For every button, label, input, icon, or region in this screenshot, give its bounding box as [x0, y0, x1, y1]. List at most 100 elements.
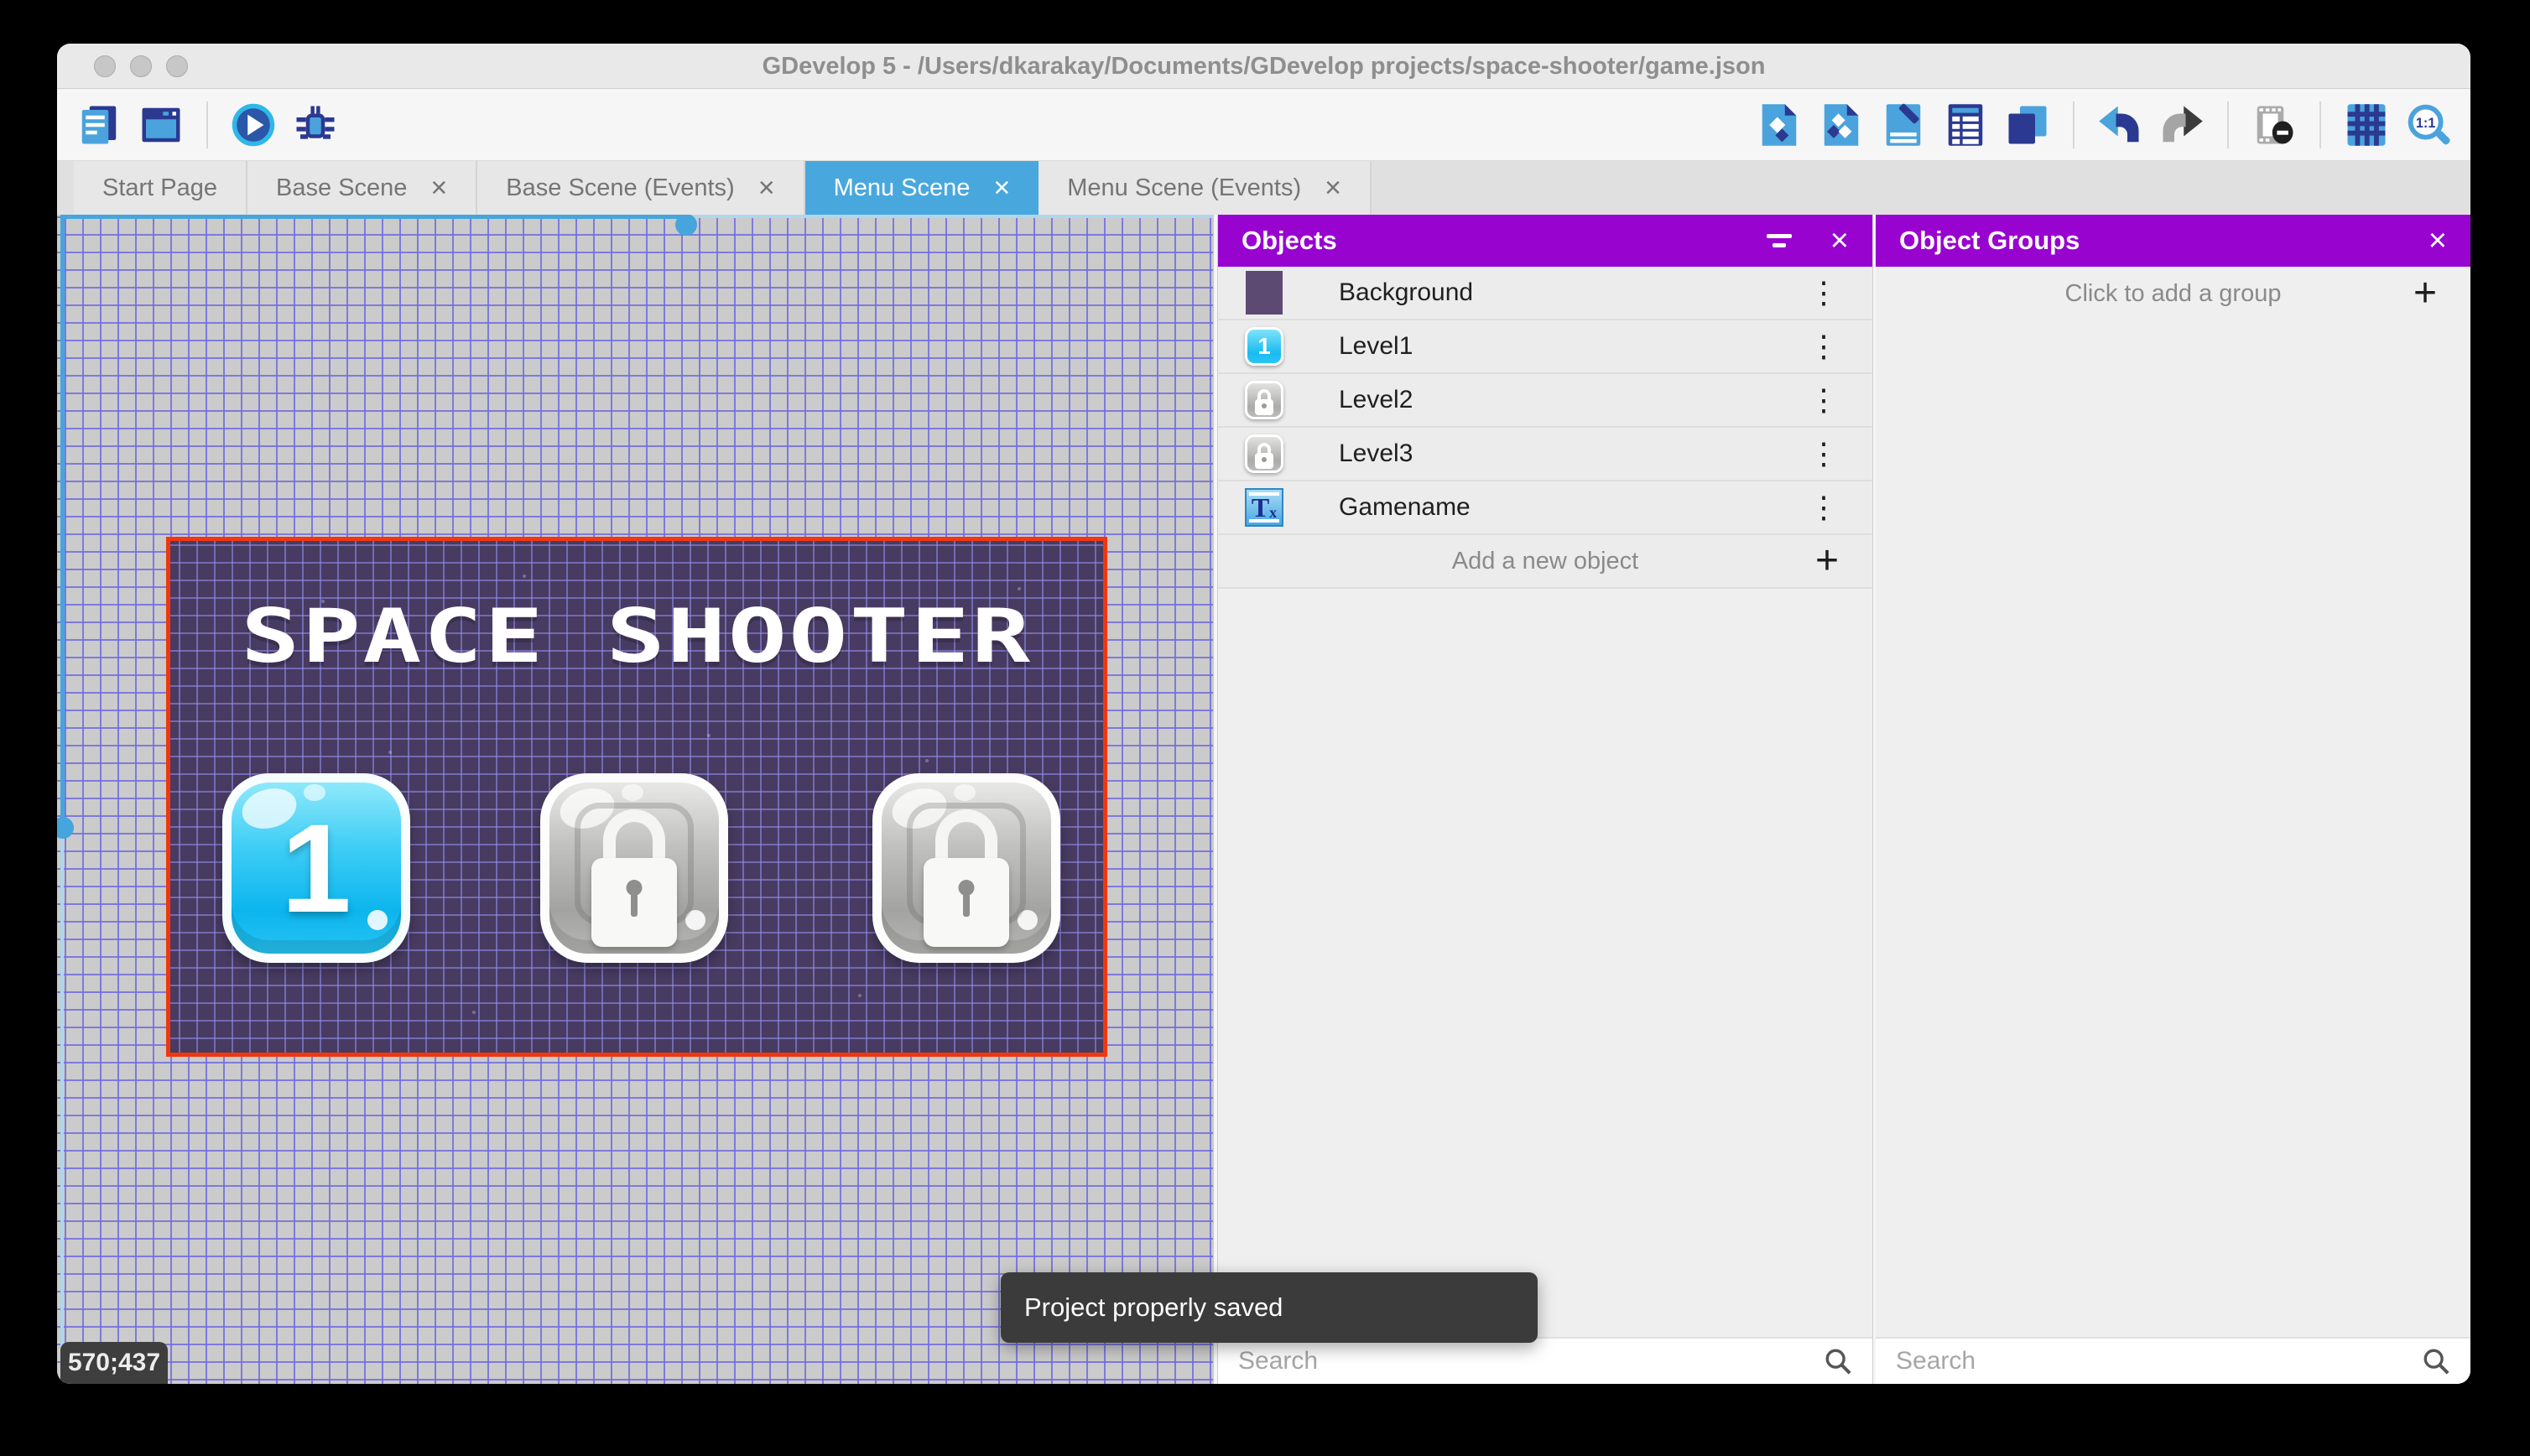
object-row-level2[interactable]: Level2 ⋮ — [1218, 374, 1872, 428]
minimize-window-button[interactable] — [130, 55, 152, 77]
object-groups-panel-title: Object Groups — [1899, 226, 2080, 255]
vertical-scrollbar-thumb[interactable] — [57, 817, 74, 839]
object-menu-icon[interactable]: ⋮ — [1809, 490, 1839, 525]
object-groups-search-input[interactable] — [1896, 1347, 2422, 1375]
level1-button-instance[interactable]: 1 — [222, 773, 410, 963]
redo-button[interactable] — [2157, 100, 2207, 150]
toggle-window-mask-button[interactable] — [2249, 100, 2299, 150]
text-object-icon: Tx — [1245, 488, 1283, 527]
toolbar-separator — [206, 101, 208, 148]
toolbar-separator — [2227, 101, 2229, 148]
object-menu-icon[interactable]: ⋮ — [1809, 329, 1839, 364]
project-manager-icon — [81, 106, 117, 143]
object-menu-icon[interactable]: ⋮ — [1809, 382, 1839, 418]
filter-icon[interactable] — [1766, 234, 1792, 247]
editor-content: SPACE SHOOTER 1 570;437 Objects × Backgr… — [57, 215, 2470, 1384]
tab-label: Menu Scene — [833, 174, 971, 201]
lock-shackle — [603, 809, 665, 863]
cursor-coordinates-badge: 570;437 — [60, 1342, 168, 1384]
gdevelop-window: GDevelop 5 - /Users/dkarakay/Documents/G… — [57, 44, 2470, 1384]
objects-panel: Objects × Background ⋮ 1 Level1 ⋮ Level2… — [1218, 215, 1872, 1384]
tab-menu-scene[interactable]: Menu Scene × — [804, 161, 1039, 215]
play-icon — [232, 103, 275, 146]
toolbar-separator — [2319, 101, 2321, 148]
gloss-highlight — [622, 784, 643, 801]
game-title-text[interactable]: SPACE SHOOTER — [57, 593, 1213, 679]
object-groups-search-bar — [1876, 1337, 2470, 1384]
object-groups-panel: Object Groups × Click to add a group + — [1876, 215, 2470, 1384]
toggle-properties-panel-button[interactable] — [1878, 100, 1929, 150]
vertical-scrollbar-track[interactable] — [60, 215, 65, 828]
tab-menu-scene-events[interactable]: Menu Scene (Events) × — [1039, 161, 1372, 215]
undo-button[interactable] — [2095, 100, 2145, 150]
window-mask-icon — [2257, 106, 2293, 143]
open-window-button[interactable] — [136, 100, 186, 150]
window-title: GDevelop 5 - /Users/dkarakay/Documents/G… — [762, 53, 1766, 80]
scene-window-selection[interactable]: SPACE SHOOTER 1 — [166, 537, 1107, 1057]
horizontal-scrollbar-track[interactable] — [691, 215, 1213, 218]
add-object-row[interactable]: Add a new object + — [1218, 535, 1872, 589]
object-menu-icon[interactable]: ⋮ — [1809, 436, 1839, 471]
scene-editor-canvas[interactable]: SPACE SHOOTER 1 570;437 — [57, 215, 1213, 1384]
traffic-lights — [94, 55, 188, 77]
vertical-scrollbar-track[interactable] — [60, 839, 64, 1384]
preview-play-button[interactable] — [228, 100, 279, 150]
level1-button-icon: 1 — [1245, 327, 1283, 366]
zoom-original-button[interactable]: 1:1 — [2403, 100, 2454, 150]
debug-button[interactable] — [290, 100, 341, 150]
add-group-plus-icon[interactable]: + — [2413, 273, 2437, 314]
object-row-gamename[interactable]: Tx Gamename ⋮ — [1218, 481, 1872, 535]
objects-panel-header: Objects × — [1218, 215, 1872, 267]
search-icon — [2422, 1347, 2450, 1375]
object-menu-icon[interactable]: ⋮ — [1809, 275, 1839, 310]
locked-button-icon — [1245, 381, 1283, 419]
toggle-object-groups-panel-button[interactable] — [1816, 100, 1866, 150]
horizontal-scrollbar-track[interactable] — [60, 215, 686, 219]
project-manager-button[interactable] — [74, 100, 124, 150]
redo-icon — [2163, 106, 2203, 142]
editor-tabs: Start Page Base Scene × Base Scene (Even… — [57, 161, 2470, 215]
object-name: Gamename — [1339, 493, 1471, 521]
level2-button-instance[interactable] — [540, 773, 728, 963]
object-name: Level3 — [1339, 439, 1413, 467]
toolbar-left-group — [74, 100, 341, 150]
lock-shackle — [935, 809, 997, 863]
tab-start-page[interactable]: Start Page — [74, 161, 248, 215]
lock-icon — [924, 858, 1009, 947]
close-object-groups-panel-icon[interactable]: × — [2428, 225, 2447, 257]
layers-panel-icon — [2008, 106, 2047, 143]
close-tab-icon[interactable]: × — [430, 174, 447, 202]
add-group-label: Click to add a group — [2064, 279, 2282, 307]
object-row-level1[interactable]: 1 Level1 ⋮ — [1218, 320, 1872, 374]
tab-label: Base Scene — [276, 174, 408, 201]
toggle-layers-panel-button[interactable] — [2002, 100, 2053, 150]
close-window-button[interactable] — [94, 55, 116, 77]
object-groups-empty-area — [1876, 320, 2470, 1337]
main-toolbar: 1:1 — [57, 89, 2470, 161]
level3-button-instance[interactable] — [872, 773, 1060, 963]
locked-button-icon — [1245, 434, 1283, 473]
add-object-label: Add a new object — [1451, 547, 1639, 575]
objects-search-input[interactable] — [1238, 1347, 1824, 1375]
object-name: Background — [1339, 278, 1474, 306]
close-objects-panel-icon[interactable]: × — [1830, 225, 1849, 257]
tab-base-scene-events[interactable]: Base Scene (Events) × — [477, 161, 805, 215]
tab-base-scene[interactable]: Base Scene × — [247, 161, 478, 215]
horizontal-scrollbar-thumb[interactable] — [675, 215, 697, 236]
add-group-row[interactable]: Click to add a group + — [1876, 267, 2470, 320]
toggle-instances-list-button[interactable] — [1940, 100, 1991, 150]
background-swatch-icon — [1246, 271, 1283, 315]
objects-panel-empty-area — [1218, 589, 1872, 1337]
object-row-level3[interactable]: Level3 ⋮ — [1218, 428, 1872, 481]
close-tab-icon[interactable]: × — [758, 174, 775, 202]
zoom-ratio-label: 1:1 — [2416, 116, 2435, 131]
zoom-window-button[interactable] — [166, 55, 188, 77]
close-tab-icon[interactable]: × — [993, 174, 1010, 202]
grid-icon — [2347, 103, 2386, 146]
level-number: 1 — [281, 797, 351, 939]
add-object-plus-icon[interactable]: + — [1815, 541, 1839, 581]
toggle-objects-panel-button[interactable] — [1754, 100, 1804, 150]
close-tab-icon[interactable]: × — [1325, 174, 1341, 202]
toggle-grid-button[interactable] — [2341, 100, 2392, 150]
object-row-background[interactable]: Background ⋮ — [1218, 267, 1872, 320]
